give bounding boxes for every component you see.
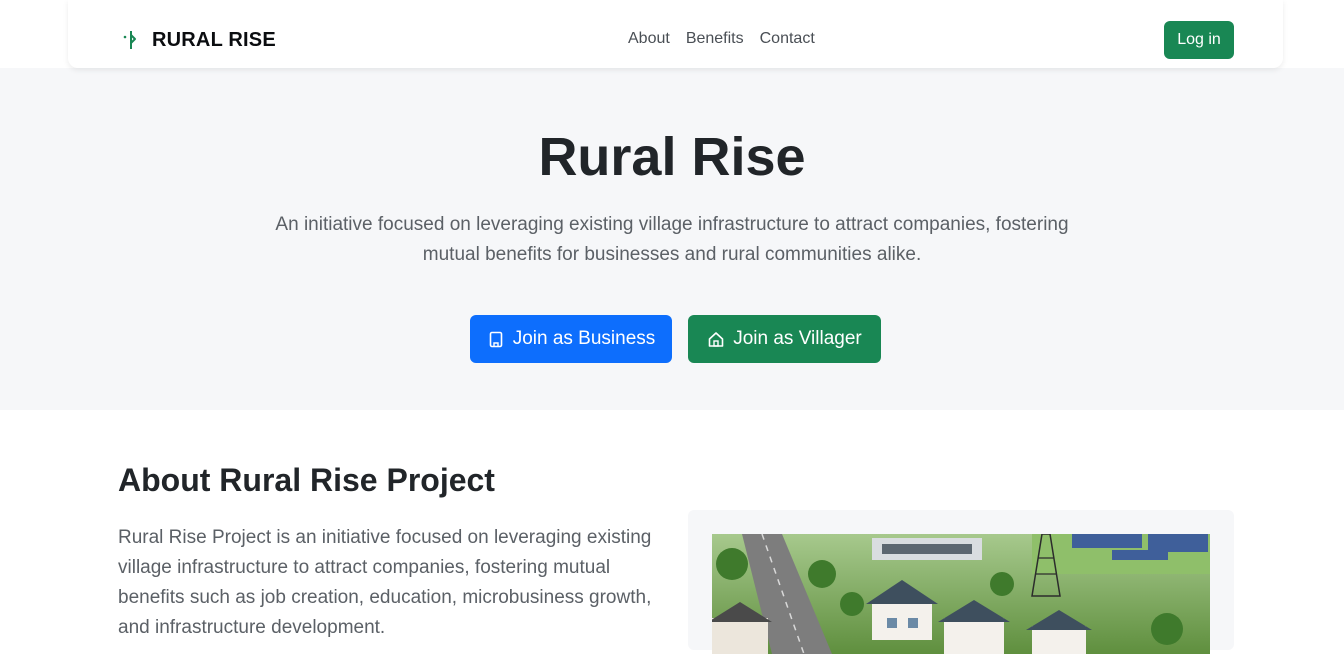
navbar: RURAL RISE About Benefits Contact Log in xyxy=(68,0,1283,68)
hero-title: Rural Rise xyxy=(538,127,806,187)
about-text: Rural Rise Project is an initiative focu… xyxy=(118,527,652,638)
image-card xyxy=(688,510,1234,654)
about-section: About Rural Rise Project Rural Rise Proj… xyxy=(0,410,1344,654)
hero-section: Rural Rise An initiative focused on leve… xyxy=(0,68,1344,410)
brand-text: RURAL RISE xyxy=(152,28,276,51)
about-title: About Rural Rise Project xyxy=(118,462,495,498)
nav-link-about[interactable]: About xyxy=(628,30,670,48)
join-as-villager-label: Join as Villager xyxy=(733,328,862,349)
nav-link-benefits[interactable]: Benefits xyxy=(686,30,744,48)
village-illustration xyxy=(712,534,1210,654)
hero-subtitle: An initiative focused on leveraging exis… xyxy=(275,214,1069,265)
house-icon xyxy=(707,330,725,348)
building-icon xyxy=(487,330,505,348)
nav-link-contact[interactable]: Contact xyxy=(760,30,815,48)
join-as-business-button[interactable]: Join as Business xyxy=(470,315,672,363)
login-button[interactable]: Log in xyxy=(1164,21,1234,59)
join-as-business-label: Join as Business xyxy=(512,328,656,349)
nav-links: About Benefits Contact xyxy=(628,30,815,48)
join-as-villager-button[interactable]: Join as Villager xyxy=(688,315,881,363)
brand[interactable]: RURAL RISE xyxy=(120,28,276,52)
signpost-split-icon xyxy=(120,29,142,51)
